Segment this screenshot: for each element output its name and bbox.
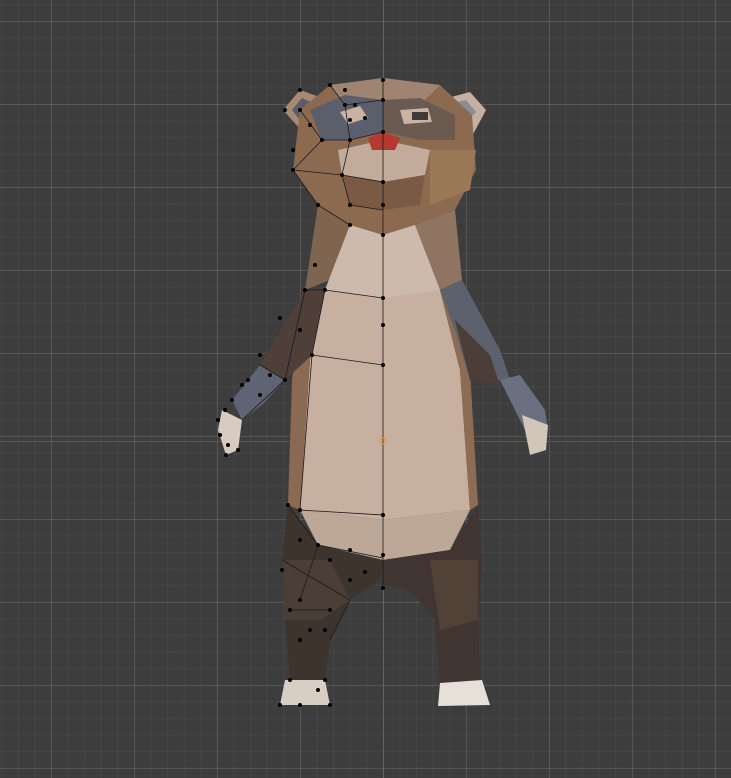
mesh-vertex[interactable] [298,703,302,707]
mesh-vertex[interactable] [286,503,290,507]
mesh-vertex[interactable] [381,296,385,300]
mesh-vertex[interactable] [328,558,332,562]
mesh-vertex[interactable] [340,173,344,177]
mesh-vertex[interactable] [348,203,352,207]
mesh-vertex[interactable] [288,608,292,612]
mesh-vertex[interactable] [381,586,385,590]
mesh-vertex[interactable] [278,316,282,320]
mesh-vertex[interactable] [323,628,327,632]
mesh-vertex[interactable] [363,570,367,574]
mesh-vertex[interactable] [283,108,287,112]
mesh-vertex[interactable] [348,223,352,227]
mesh-vertex[interactable] [328,608,332,612]
mesh-vertex[interactable] [328,703,332,707]
foot-right [438,680,490,706]
mesh-vertex[interactable] [381,233,385,237]
mesh-vertex[interactable] [298,638,302,642]
mesh-vertex[interactable] [348,548,352,552]
mesh-vertex[interactable] [320,138,324,142]
mesh-vertex[interactable] [381,98,385,102]
mesh-vertex[interactable] [308,628,312,632]
mesh-vertex[interactable] [223,408,227,412]
ferret-model[interactable] [0,0,731,778]
mesh-vertex[interactable] [298,108,302,112]
mesh-vertex[interactable] [298,88,302,92]
mesh-vertex[interactable] [278,703,282,707]
mesh-vertex[interactable] [268,373,272,377]
mesh-vertex[interactable] [236,448,240,452]
mesh-vertex[interactable] [381,363,385,367]
eye-right-pupil [412,112,428,120]
mesh-vertex[interactable] [316,688,320,692]
mesh-vertex[interactable] [283,378,287,382]
mesh-vertex[interactable] [353,103,357,107]
3d-viewport[interactable] [0,0,731,778]
mesh-vertex[interactable] [230,398,234,402]
mesh-vertex[interactable] [348,578,352,582]
mesh-vertex[interactable] [328,83,332,87]
mesh-vertex[interactable] [381,513,385,517]
mesh-vertex[interactable] [298,328,302,332]
mesh-vertex[interactable] [348,138,352,142]
mesh-vertex[interactable] [323,678,327,682]
mesh-vertex[interactable] [291,168,295,172]
mesh-vertex[interactable] [313,263,317,267]
mesh-vertex[interactable] [316,543,320,547]
mesh-vertex[interactable] [224,453,228,457]
mesh-vertex[interactable] [316,203,320,207]
mesh-vertex[interactable] [216,418,220,422]
mesh-vertex[interactable] [323,288,327,292]
mesh-vertex[interactable] [288,678,292,682]
mesh-vertex[interactable] [381,323,385,327]
mesh-vertex[interactable] [381,203,385,207]
mesh-vertex[interactable] [381,78,385,82]
mesh-vertex[interactable] [381,553,385,557]
mesh-vertex[interactable] [218,433,222,437]
mesh-vertex[interactable] [363,116,367,120]
mesh-vertex[interactable] [258,393,262,397]
mesh-vertex[interactable] [258,353,262,357]
mesh-vertex[interactable] [298,538,302,542]
mesh-vertex[interactable] [226,443,230,447]
mesh-vertex[interactable] [308,123,312,127]
mesh-vertex[interactable] [343,103,347,107]
mesh-vertex[interactable] [298,598,302,602]
mesh-vertex[interactable] [343,88,347,92]
foot-left [280,680,330,705]
mesh-vertex[interactable] [246,378,250,382]
mesh-vertex[interactable] [348,118,352,122]
mesh-vertex[interactable] [381,130,385,134]
mesh-vertex[interactable] [381,180,385,184]
mesh-vertex[interactable] [303,288,307,292]
mesh-vertex[interactable] [280,568,284,572]
mesh-vertex[interactable] [291,148,295,152]
mesh-vertex[interactable] [310,353,314,357]
mesh-vertex[interactable] [298,508,302,512]
mesh-vertex[interactable] [240,383,244,387]
